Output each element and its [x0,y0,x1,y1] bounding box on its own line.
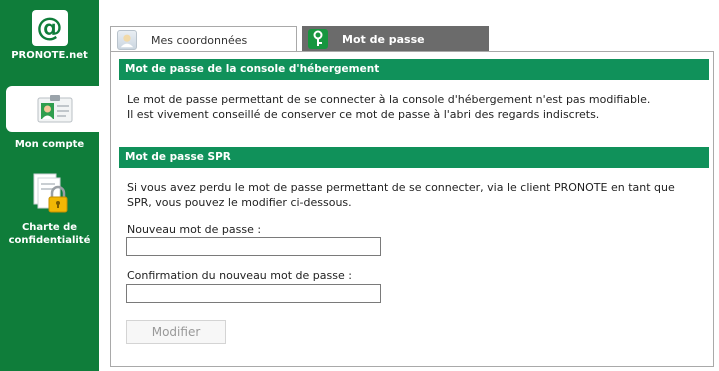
text-line: Il est vivement conseillé de conserver c… [127,108,600,121]
sidebar-item-label: Charte de [21,222,78,233]
key-icon [308,29,328,49]
confirm-password-field[interactable] [126,284,381,303]
tab-label: Mot de passe [342,33,425,46]
sidebar-item-pronote[interactable]: @ PRONOTE.net [0,6,99,68]
new-password-label: Nouveau mot de passe : [127,223,262,236]
sidebar-item-label: confidentialité [8,235,91,246]
document-lock-icon [33,173,67,213]
tab-mes-coordonnees[interactable]: Mes coordonnées [110,26,297,52]
sidebar-item-label: PRONOTE.net [11,50,88,61]
hosting-description: Le mot de passe permettant de se connect… [127,92,707,122]
sidebar-item-charte[interactable]: Charte de confidentialité [0,172,99,252]
text-line: Le mot de passe permettant de se connect… [127,93,651,106]
password-panel: Mot de passe de la console d'hébergement… [110,51,714,367]
sidebar-item-account[interactable]: Mon compte [0,86,99,152]
text-line: Si vous avez perdu le mot de passe perme… [127,181,675,194]
tab-label: Mes coordonnées [151,34,248,47]
confirm-password-label: Confirmation du nouveau mot de passe : [127,269,352,282]
section-title-spr: Mot de passe SPR [119,147,709,168]
new-password-field[interactable] [126,237,381,256]
text-line: SPR, vous pouvez le modifier ci-dessous. [127,196,352,209]
section-title-hosting: Mot de passe de la console d'hébergement [119,59,709,80]
contact-icon [117,30,137,50]
sidebar: @ PRONOTE.net Mon compte Charte de confi… [0,0,99,371]
tab-mot-de-passe[interactable]: Mot de passe [302,26,489,52]
modify-button[interactable]: Modifier [126,320,226,344]
selected-tile [6,86,99,132]
id-card-icon [37,95,73,123]
at-sign-icon: @ [31,10,68,46]
sidebar-item-label: Mon compte [14,139,85,150]
spr-description: Si vous avez perdu le mot de passe perme… [127,180,707,210]
